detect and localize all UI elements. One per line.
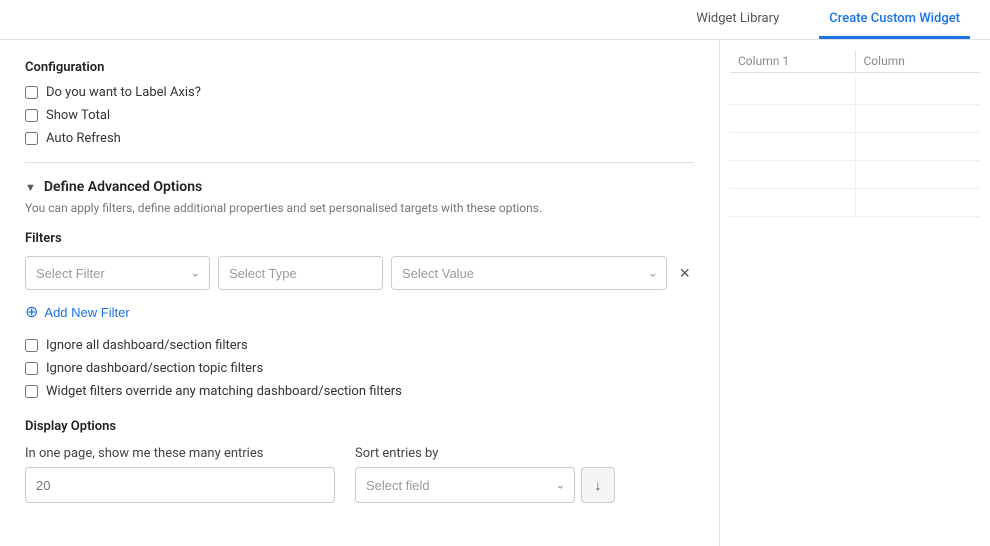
select-value[interactable]: Select Value: [391, 256, 667, 290]
display-options-row: In one page, show me these many entries …: [25, 446, 694, 503]
tab-create-custom-widget[interactable]: Create Custom Widget: [819, 0, 970, 39]
right-cell: [856, 133, 981, 160]
sort-wrap: Select field ⌄ ↓: [355, 467, 615, 503]
sort-col: Sort entries by Select field ⌄ ↓: [355, 446, 615, 503]
table-row: [730, 161, 980, 189]
table-row: [730, 77, 980, 105]
right-table-header: Column 1 Column: [730, 50, 980, 73]
right-cell: [856, 77, 981, 104]
right-cell: [730, 77, 856, 104]
checkbox-ignore-topic[interactable]: Ignore dashboard/section topic filters: [25, 361, 694, 376]
right-panel: Column 1 Column: [720, 40, 990, 546]
checkbox-label-axis[interactable]: Do you want to Label Axis?: [25, 85, 694, 100]
table-row: [730, 189, 980, 217]
right-cell: [856, 189, 981, 216]
checkbox-show-total[interactable]: Show Total: [25, 108, 694, 123]
section-divider: [25, 162, 694, 163]
right-table: Column 1 Column: [730, 50, 980, 217]
advanced-title: Define Advanced Options: [44, 179, 202, 195]
checkbox-ignore-topic-input[interactable]: [25, 362, 38, 375]
right-col-2-header: Column: [856, 50, 981, 72]
configuration-checkboxes: Do you want to Label Axis? Show Total Au…: [25, 85, 694, 146]
top-nav: Widget Library Create Custom Widget: [0, 0, 990, 40]
entries-input[interactable]: [25, 467, 335, 503]
configuration-title: Configuration: [25, 60, 694, 75]
select-type-wrapper: Select Type: [218, 256, 383, 290]
checkbox-ignore-all[interactable]: Ignore all dashboard/section filters: [25, 338, 694, 353]
sort-label: Sort entries by: [355, 446, 615, 461]
add-filter-icon: ⊕: [25, 302, 38, 322]
right-cell: [856, 105, 981, 132]
right-cell: [730, 105, 856, 132]
add-filter-label: Add New Filter: [44, 305, 129, 320]
select-filter-wrapper: Select Filter ⌄: [25, 256, 210, 290]
remove-filter-button[interactable]: ×: [675, 264, 694, 282]
left-panel: Configuration Do you want to Label Axis?…: [0, 40, 720, 546]
select-value-wrapper: Select Value ⌄: [391, 256, 667, 290]
entries-col: In one page, show me these many entries: [25, 446, 335, 503]
collapse-icon[interactable]: ▼: [25, 181, 36, 194]
filters-title: Filters: [25, 231, 694, 246]
right-cell: [730, 189, 856, 216]
right-cell: [730, 133, 856, 160]
checkbox-auto-refresh[interactable]: Auto Refresh: [25, 131, 694, 146]
checkbox-auto-refresh-input[interactable]: [25, 132, 38, 145]
right-col-1-header: Column 1: [730, 50, 856, 72]
advanced-description: You can apply filters, define additional…: [25, 201, 694, 215]
sort-direction-button[interactable]: ↓: [581, 467, 615, 503]
display-options-title: Display Options: [25, 419, 694, 434]
right-cell: [730, 161, 856, 188]
entries-label: In one page, show me these many entries: [25, 446, 335, 461]
main-layout: Configuration Do you want to Label Axis?…: [0, 40, 990, 546]
sort-direction-icon: ↓: [595, 477, 602, 493]
sort-select-wrapper: Select field ⌄: [355, 467, 575, 503]
checkbox-ignore-all-input[interactable]: [25, 339, 38, 352]
table-row: [730, 105, 980, 133]
checkbox-widget-override[interactable]: Widget filters override any matching das…: [25, 384, 694, 399]
right-cell: [856, 161, 981, 188]
checkbox-widget-override-input[interactable]: [25, 385, 38, 398]
filter-checkboxes: Ignore all dashboard/section filters Ign…: [25, 338, 694, 399]
add-new-filter-button[interactable]: ⊕ Add New Filter: [25, 302, 130, 322]
select-type[interactable]: Select Type: [218, 256, 383, 290]
table-row: [730, 133, 980, 161]
sort-select[interactable]: Select field: [355, 467, 575, 503]
tab-widget-library[interactable]: Widget Library: [686, 0, 789, 39]
checkbox-label-axis-input[interactable]: [25, 86, 38, 99]
advanced-header: ▼ Define Advanced Options: [25, 179, 694, 195]
select-filter[interactable]: Select Filter: [25, 256, 210, 290]
advanced-section: ▼ Define Advanced Options You can apply …: [25, 179, 694, 215]
filter-row: Select Filter ⌄ Select Type Select Value…: [25, 256, 694, 290]
checkbox-show-total-input[interactable]: [25, 109, 38, 122]
